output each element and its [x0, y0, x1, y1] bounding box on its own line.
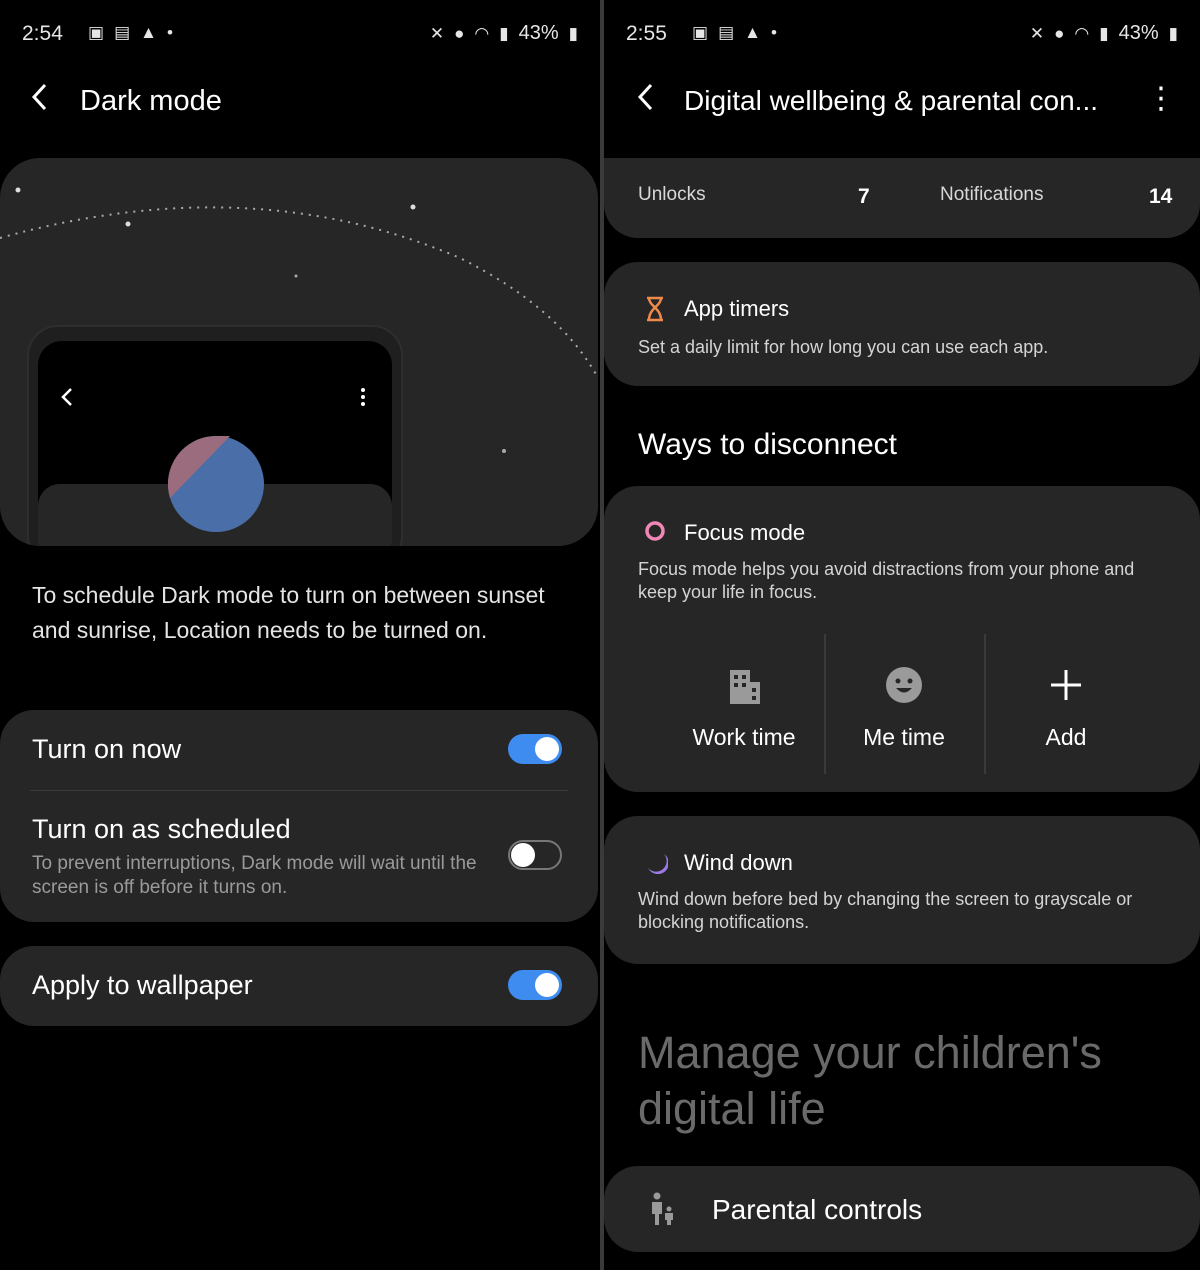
- location-info-text: To schedule Dark mode to turn on between…: [32, 582, 545, 643]
- turn-on-now-label: Turn on now: [32, 734, 182, 764]
- app-timers-title: App timers: [684, 296, 790, 321]
- work-time-label: Work time: [692, 724, 796, 750]
- turn-on-now-toggle[interactable]: [508, 734, 562, 764]
- app-timers-desc: Set a daily limit for how long you can u…: [638, 337, 1049, 357]
- system-icons: ✕ ● ◠ ▮ 43% ▮: [430, 22, 578, 45]
- mute-icon: ✕: [1029, 23, 1045, 43]
- parent-child-icon: [652, 1192, 673, 1225]
- notifications-count: 14: [1149, 185, 1173, 208]
- notification-icons: ▣ ▤ ▲ •: [692, 23, 777, 43]
- children-heading: Manage your children's digital life: [638, 1027, 1102, 1134]
- battery-icon: ▮: [1168, 23, 1178, 43]
- apply-wallpaper-label: Apply to wallpaper: [32, 970, 253, 1000]
- calendar-icon: ▤: [718, 23, 735, 42]
- add-focus-mode-button[interactable]: Add: [986, 634, 1146, 774]
- focus-modes-row: Work time Me time Add: [664, 634, 1144, 774]
- focus-mode-card: Focus mode Focus mode helps you avoid di…: [604, 486, 1200, 792]
- app-bar: Digital wellbeing & parental con... ⋮: [604, 78, 1200, 124]
- unlocks-label: Unlocks: [638, 184, 706, 205]
- notifications-label: Notifications: [940, 184, 1044, 205]
- focus-mode-title: Focus mode: [684, 520, 806, 545]
- dark-mode-illustration: [0, 158, 598, 546]
- wifi-icon: ◠: [474, 23, 490, 43]
- dark-mode-screen: 2:54 ▣ ▤ ▲ • ✕ ● ◠ ▮ 43% ▮ Dark mode To …: [0, 0, 600, 1270]
- wallpaper-card: Apply to wallpaper: [0, 946, 598, 1026]
- plus-icon: [1051, 670, 1081, 700]
- mute-icon: ✕: [429, 23, 445, 43]
- add-label: Add: [1045, 724, 1087, 750]
- parental-controls-label: Parental controls: [712, 1194, 923, 1225]
- notification-icons: ▣ ▤ ▲ •: [88, 23, 173, 43]
- wind-down-desc: Wind down before bed by changing the scr…: [638, 889, 1133, 932]
- dot-icon: •: [770, 23, 777, 42]
- turn-on-scheduled-toggle[interactable]: [508, 840, 562, 870]
- ways-to-disconnect-heading: Ways to disconnect: [638, 428, 897, 461]
- wind-down-title: Wind down: [684, 850, 793, 875]
- wifi-icon: ◠: [1074, 23, 1090, 43]
- signal-icon: ▮: [1099, 23, 1109, 43]
- unlocks-count: 7: [858, 185, 870, 208]
- app-timers-card[interactable]: App timers Set a daily limit for how lon…: [604, 262, 1200, 386]
- more-options-icon[interactable]: ⋮: [1146, 80, 1176, 118]
- building-icon: [730, 670, 760, 704]
- page-title: Digital wellbeing & parental con...: [684, 85, 1099, 116]
- divider: [30, 790, 568, 791]
- location-icon: ●: [454, 23, 465, 43]
- usage-stats-card: Unlocks 7 Notifications 14: [604, 158, 1200, 238]
- battery-level: 43%: [1118, 22, 1159, 44]
- back-button[interactable]: [30, 82, 50, 121]
- wind-down-card[interactable]: Wind down Wind down before bed by changi…: [604, 816, 1200, 964]
- focus-mode-icon: [645, 521, 665, 541]
- scheduled-label: Turn on as scheduled: [32, 814, 291, 844]
- back-arrow-icon: [31, 83, 47, 111]
- back-button[interactable]: [636, 82, 656, 121]
- status-bar: 2:54 ▣ ▤ ▲ • ✕ ● ◠ ▮ 43% ▮: [22, 18, 578, 50]
- moon-icon: [648, 854, 668, 874]
- hourglass-icon: [647, 296, 663, 322]
- page-title: Dark mode: [80, 85, 222, 117]
- work-time-button[interactable]: Work time: [664, 634, 824, 774]
- location-icon: ●: [1054, 23, 1065, 43]
- moon-icon: [425, 220, 515, 313]
- status-time: 2:54: [22, 22, 63, 45]
- battery-level: 43%: [518, 22, 559, 44]
- scheduled-description: To prevent interruptions, Dark mode will…: [32, 853, 477, 898]
- image-icon: ▣: [692, 23, 709, 42]
- drive-icon: ▲: [744, 23, 761, 42]
- focus-mode-desc: Focus mode helps you avoid distractions …: [638, 559, 1135, 602]
- drive-icon: ▲: [140, 23, 157, 42]
- signal-icon: ▮: [499, 23, 509, 43]
- me-time-button[interactable]: Me time: [824, 634, 984, 774]
- parental-controls-card[interactable]: Parental controls: [604, 1166, 1200, 1252]
- me-time-label: Me time: [863, 724, 945, 750]
- calendar-icon: ▤: [114, 23, 131, 42]
- app-bar: Dark mode: [0, 78, 600, 124]
- system-icons: ✕ ● ◠ ▮ 43% ▮: [1030, 22, 1178, 45]
- image-icon: ▣: [88, 23, 105, 42]
- status-time: 2:55: [626, 22, 667, 45]
- digital-wellbeing-screen: 2:55 ▣ ▤ ▲ • ✕ ● ◠ ▮ 43% ▮ Digital wellb…: [604, 0, 1200, 1270]
- apply-wallpaper-toggle[interactable]: [508, 970, 562, 1000]
- smiley-icon: [886, 667, 922, 703]
- dot-icon: •: [166, 23, 173, 42]
- back-arrow-icon: [637, 83, 653, 111]
- status-bar: 2:55 ▣ ▤ ▲ • ✕ ● ◠ ▮ 43% ▮: [626, 18, 1178, 50]
- battery-icon: ▮: [568, 23, 578, 43]
- dark-mode-toggles-card: Turn on now Turn on as scheduled To prev…: [0, 710, 598, 922]
